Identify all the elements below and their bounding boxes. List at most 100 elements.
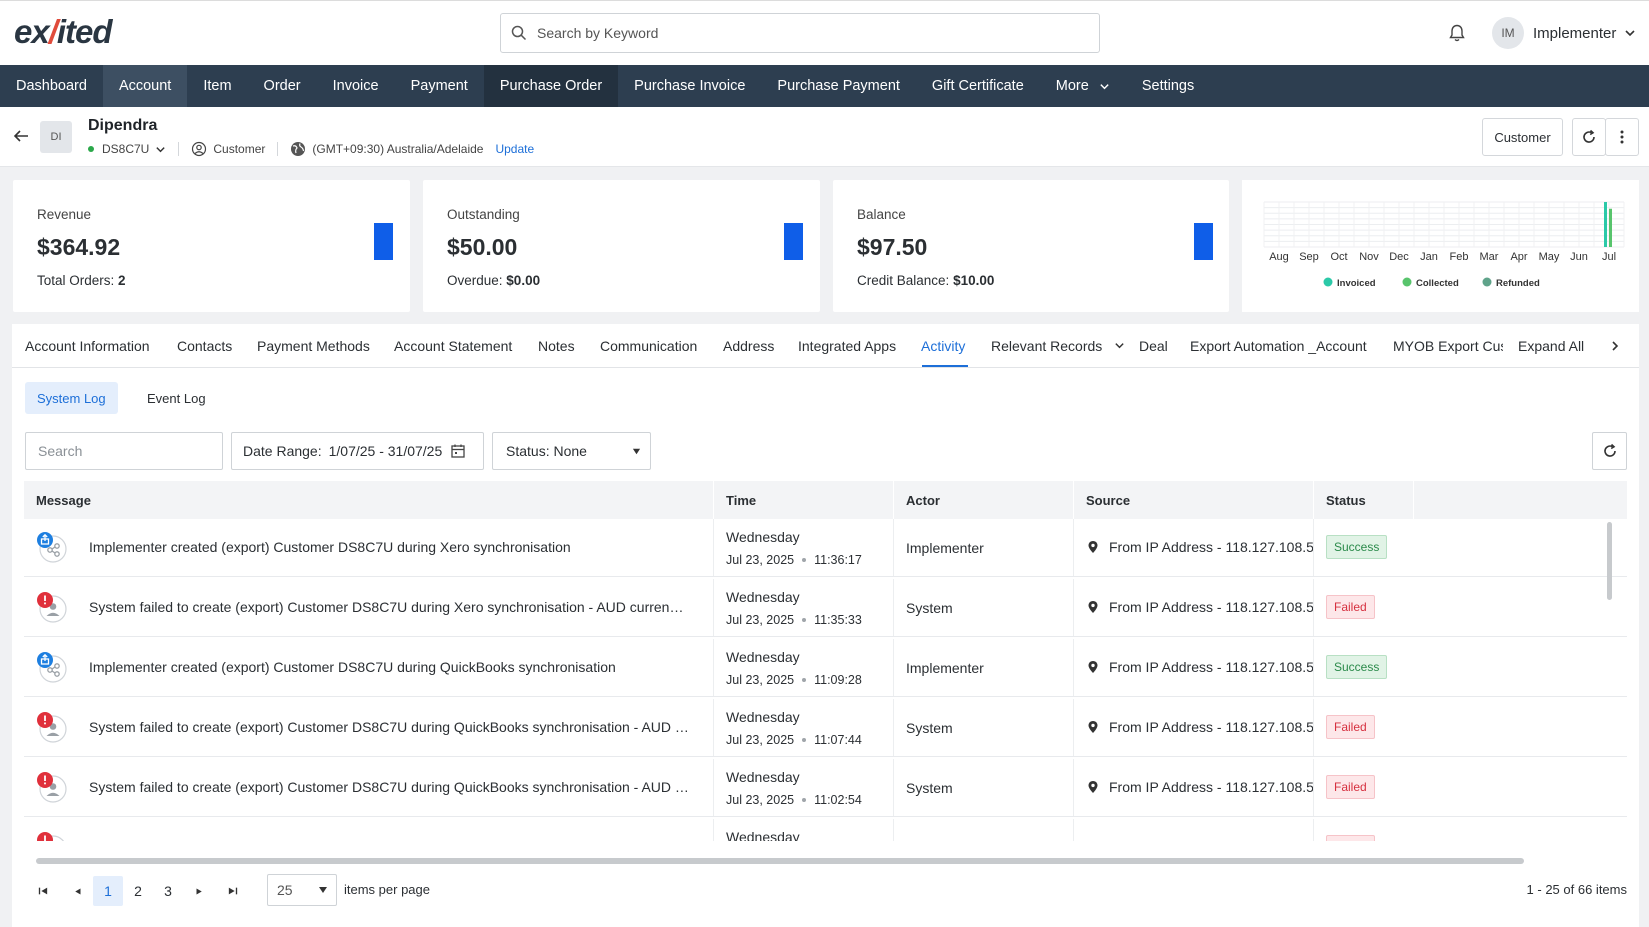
- date-range-picker[interactable]: Date Range: 1/07/25 - 31/07/25: [231, 432, 484, 470]
- global-search[interactable]: [500, 13, 1100, 53]
- log-refresh-button[interactable]: [1592, 432, 1627, 470]
- table-row[interactable]: System failed to create (export) Custome…: [24, 759, 1627, 817]
- back-arrow-icon[interactable]: [12, 127, 30, 145]
- card-value: $97.50: [857, 234, 928, 260]
- horizontal-scrollbar[interactable]: [36, 858, 1524, 864]
- nav-payment[interactable]: Payment: [395, 65, 484, 107]
- nav-more[interactable]: More: [1040, 65, 1126, 107]
- location-pin-icon: [1088, 601, 1098, 613]
- status-cell: Failed: [1314, 699, 1414, 756]
- tab-export-automation-account[interactable]: Export Automation _Account: [1190, 338, 1367, 354]
- next-page-button[interactable]: [188, 876, 210, 906]
- subtab-system-log[interactable]: System Log: [25, 382, 118, 414]
- tab-contacts[interactable]: Contacts: [177, 338, 232, 354]
- search-input[interactable]: [537, 25, 1077, 41]
- table-row[interactable]: System failed to create (export) Custome…: [24, 579, 1627, 637]
- table-row[interactable]: System failed to create (export) Custome…: [24, 819, 1627, 841]
- last-page-button[interactable]: [222, 876, 244, 906]
- more-options-button[interactable]: [1605, 118, 1639, 156]
- activity-panel: Account Information Contacts Payment Met…: [12, 324, 1639, 927]
- column-time[interactable]: Time: [714, 481, 894, 519]
- status-cell: Failed: [1314, 819, 1414, 841]
- nav-purchase-payment[interactable]: Purchase Payment: [761, 65, 916, 107]
- items-per-page-select[interactable]: 25: [267, 874, 337, 906]
- user-circle-icon: [192, 141, 207, 157]
- table-row[interactable]: System failed to create (export) Custome…: [24, 699, 1627, 757]
- nav-more-label: More: [1055, 78, 1089, 94]
- expand-all-button[interactable]: Expand All: [1518, 338, 1584, 354]
- column-actor[interactable]: Actor: [894, 481, 1074, 519]
- status-filter[interactable]: Status: None: [492, 432, 651, 470]
- tab-communication[interactable]: Communication: [600, 338, 697, 354]
- update-timezone-link[interactable]: Update: [495, 142, 534, 156]
- nav-dashboard[interactable]: Dashboard: [0, 65, 103, 107]
- account-id[interactable]: DS8C7U: [102, 142, 149, 156]
- vertical-scrollbar[interactable]: [1607, 522, 1612, 600]
- message-cell: System failed to create (export) Custome…: [24, 759, 714, 816]
- tab-relevant-records[interactable]: Relevant Records: [991, 338, 1125, 354]
- legend-label: Refunded: [1496, 278, 1540, 289]
- page-3-button[interactable]: 3: [155, 876, 181, 906]
- page-2-button[interactable]: 2: [125, 876, 151, 906]
- subtab-event-log[interactable]: Event Log: [135, 382, 218, 414]
- tab-address[interactable]: Address: [723, 338, 774, 354]
- prev-page-button[interactable]: [66, 876, 88, 906]
- nav-account[interactable]: Account: [102, 65, 188, 107]
- chevron-right-icon[interactable]: [1609, 340, 1621, 352]
- log-search-field[interactable]: [25, 432, 223, 470]
- first-page-button[interactable]: [32, 876, 54, 906]
- tab-account-statement[interactable]: Account Statement: [394, 338, 512, 354]
- refresh-button[interactable]: [1572, 118, 1606, 156]
- source-cell: From IP Address - 118.127.108.5: [1074, 519, 1314, 576]
- divider: [178, 142, 180, 156]
- log-day: Wednesday: [726, 769, 800, 785]
- legend-swatch: [1482, 277, 1492, 287]
- table-row[interactable]: Implementer created (export) Customer DS…: [24, 519, 1627, 577]
- search-icon: [511, 25, 527, 41]
- card-sub: Total Orders: 2: [37, 273, 126, 288]
- message-cell: Implementer created (export) Customer DS…: [24, 519, 714, 576]
- card-sub: Credit Balance: $10.00: [857, 273, 995, 288]
- nav-invoice[interactable]: Invoice: [317, 65, 395, 107]
- message-cell: System failed to create (export) Custome…: [24, 819, 714, 841]
- tab-myob-export[interactable]: MYOB Export Cus: [1393, 338, 1503, 354]
- nav-settings[interactable]: Settings: [1126, 65, 1210, 107]
- customer-type-button[interactable]: Customer: [1482, 118, 1563, 156]
- chevron-down-icon[interactable]: [155, 144, 166, 155]
- calendar-icon[interactable]: [450, 443, 466, 459]
- column-source[interactable]: Source: [1074, 481, 1314, 519]
- tab-notes[interactable]: Notes: [538, 338, 575, 354]
- x-tick-label: Apr: [1510, 251, 1527, 263]
- nav-gift-certificate[interactable]: Gift Certificate: [916, 65, 1040, 107]
- nav-purchase-invoice[interactable]: Purchase Invoice: [618, 65, 761, 107]
- refresh-icon: [1583, 129, 1595, 143]
- log-day: Wednesday: [726, 709, 800, 725]
- user-menu[interactable]: IM Implementer: [1492, 17, 1636, 49]
- date-range-value: 1/07/25 - 31/07/25: [328, 443, 443, 459]
- account-meta: DS8C7U Customer (GMT+09:30) Australia/Ad…: [88, 141, 534, 157]
- nav-purchase-order[interactable]: Purchase Order: [483, 65, 619, 107]
- tab-deal[interactable]: Deal: [1139, 338, 1168, 354]
- legend-label: Invoiced: [1337, 278, 1376, 289]
- tab-activity[interactable]: Activity: [921, 338, 965, 354]
- log-search-input[interactable]: [26, 443, 222, 459]
- active-tab-indicator: [922, 365, 968, 367]
- column-message[interactable]: Message: [24, 481, 714, 519]
- nav-item[interactable]: Item: [187, 65, 247, 107]
- table-row[interactable]: Implementer created (export) Customer DS…: [24, 639, 1627, 697]
- log-date: Jul 23, 2025 11:35:33: [726, 613, 862, 627]
- tab-account-information[interactable]: Account Information: [25, 338, 150, 354]
- brand-logo[interactable]: ex/ited: [14, 13, 113, 51]
- activity-chart: Aug Sep Oct Nov Dec Jan Feb Mar Apr May Jun Jul Invo…: [1263, 201, 1625, 289]
- page-1-button[interactable]: 1: [93, 876, 123, 906]
- source-cell: From IP Address - 118.127.108.5: [1074, 699, 1314, 756]
- bell-icon[interactable]: [1447, 23, 1467, 43]
- nav-order[interactable]: Order: [248, 65, 317, 107]
- log-actor: Implementer: [906, 540, 984, 556]
- column-status[interactable]: Status: [1314, 481, 1414, 519]
- x-tick-label: Jan: [1420, 251, 1438, 263]
- activity-chart-card: Aug Sep Oct Nov Dec Jan Feb Mar Apr May Jun Jul Invo…: [1242, 180, 1639, 312]
- log-table-body: Implementer created (export) Customer DS…: [24, 519, 1627, 841]
- tab-integrated-apps[interactable]: Integrated Apps: [798, 338, 896, 354]
- tab-payment-methods[interactable]: Payment Methods: [257, 338, 370, 354]
